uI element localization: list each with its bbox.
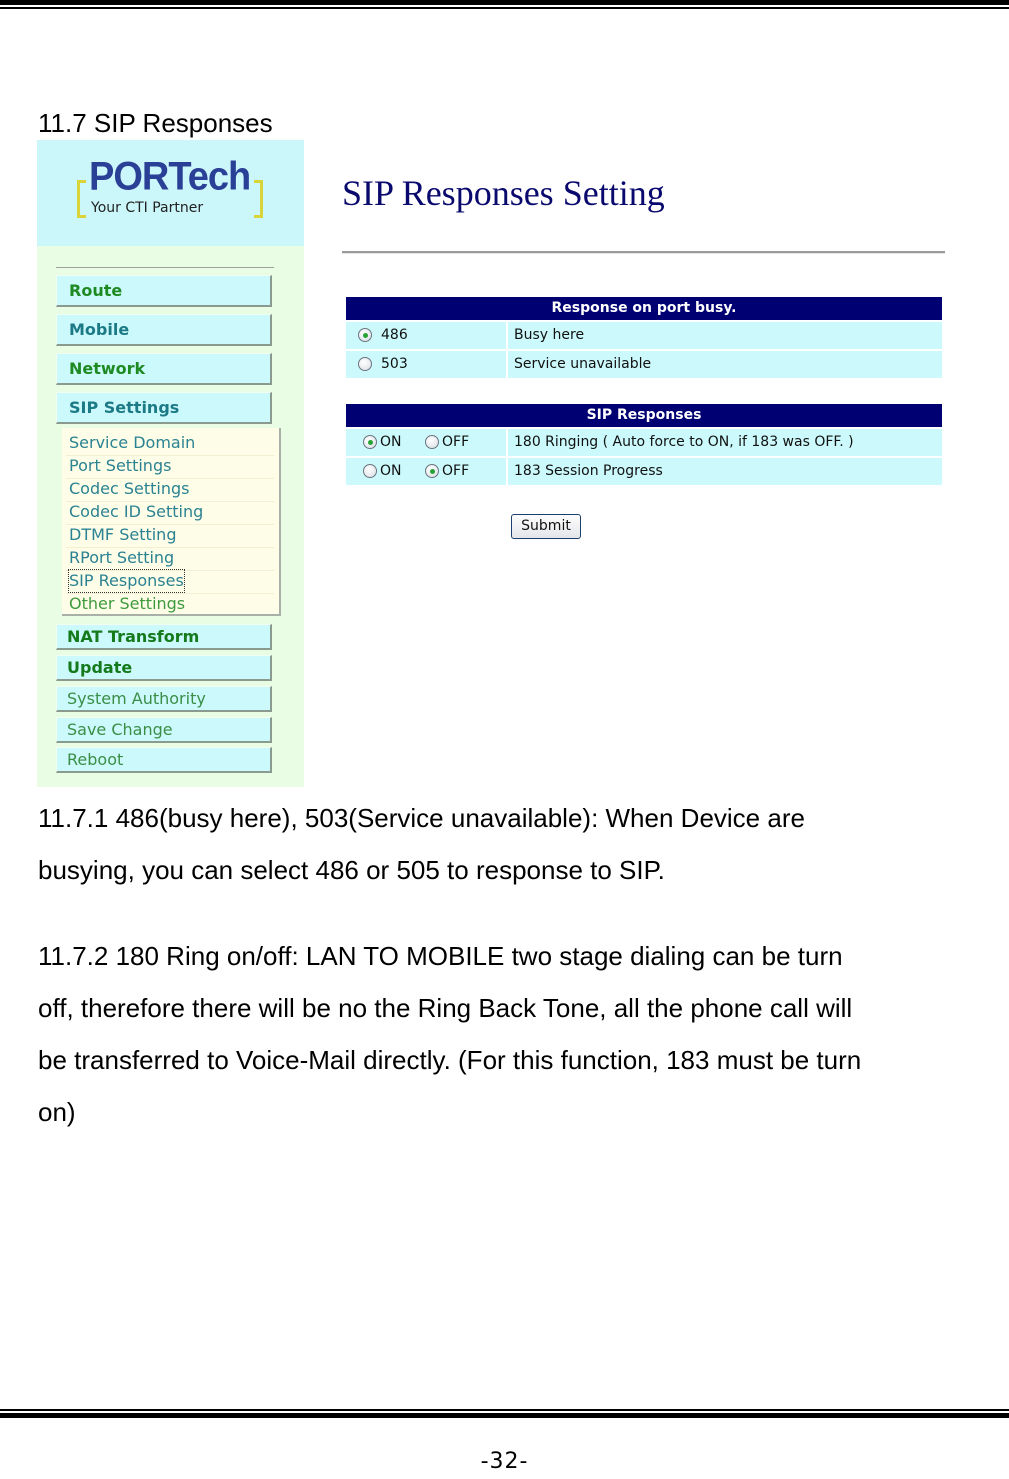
- busy-table-header: Response on port busy.: [346, 297, 942, 320]
- nav-divider: [56, 267, 274, 268]
- radio-503[interactable]: [358, 357, 372, 371]
- busy-response-table: Response on port busy. 486 Busy here 503…: [346, 297, 942, 378]
- nav-network[interactable]: Network: [56, 353, 272, 385]
- paragraph-line: 11.7.2 180 Ring on/off: LAN TO MOBILE tw…: [38, 941, 843, 971]
- submenu-codec-id-setting[interactable]: Codec ID Setting: [69, 501, 203, 523]
- paragraph-11-7-1: 11.7.1 486(busy here), 503(Service unava…: [38, 792, 978, 896]
- nav-save-change[interactable]: Save Change: [56, 717, 272, 743]
- on-label: ON: [380, 434, 402, 450]
- submenu-rport-setting[interactable]: RPort Setting: [69, 547, 174, 569]
- submenu-sip-responses[interactable]: SIP Responses: [68, 569, 185, 593]
- option-cell: 503: [346, 351, 506, 378]
- paragraph-line: off, therefore there will be no the Ring…: [38, 993, 853, 1023]
- page-number: -32-: [480, 1449, 529, 1474]
- off-label: OFF: [442, 463, 470, 479]
- nav-reboot[interactable]: Reboot: [56, 747, 272, 773]
- radio-180-off[interactable]: [425, 435, 439, 449]
- paragraph-line: on): [38, 1097, 76, 1127]
- option-cell: 486: [346, 322, 506, 349]
- paragraph-line: busying, you can select 486 or 505 to re…: [38, 855, 665, 885]
- logo-brand: PORTech: [89, 154, 251, 200]
- header-rule-thin: [0, 7, 1009, 9]
- nav-sip-settings[interactable]: SIP Settings: [56, 392, 272, 424]
- nav-mobile[interactable]: Mobile: [56, 314, 272, 346]
- logo-area: PORTech Your CTI Partner: [37, 140, 304, 246]
- toggle-cell: ON OFF: [346, 429, 506, 456]
- description-cell: 183 Session Progress: [508, 458, 942, 485]
- sip-table-header: SIP Responses: [346, 404, 942, 427]
- table-row: 486 Busy here: [346, 322, 942, 349]
- toggle-cell: ON OFF: [346, 458, 506, 485]
- radio-dot: [363, 333, 368, 338]
- sip-responses-table: SIP Responses ON OFF 180 Ringing ( Auto …: [346, 404, 942, 485]
- header-rule-thick: [0, 0, 1009, 5]
- description-cell: Busy here: [508, 322, 942, 349]
- logo-bracket-right: [254, 180, 263, 218]
- radio-180-on[interactable]: [363, 435, 377, 449]
- submit-button[interactable]: Submit: [511, 514, 581, 539]
- description-cell: 180 Ringing ( Auto force to ON, if 183 w…: [508, 429, 942, 456]
- table-row: ON OFF 183 Session Progress: [346, 458, 942, 485]
- footer-rule-thick: [0, 1413, 1009, 1418]
- paragraph-line: 11.7.1 486(busy here), 503(Service unava…: [38, 803, 805, 833]
- radio-183-on[interactable]: [363, 464, 377, 478]
- radio-183-off[interactable]: [425, 464, 439, 478]
- nav-system-authority[interactable]: System Authority: [56, 686, 272, 712]
- off-label: OFF: [442, 434, 470, 450]
- title-divider: [342, 251, 945, 254]
- nav-route[interactable]: Route: [56, 275, 272, 307]
- nav-nat-transform[interactable]: NAT Transform: [56, 624, 272, 650]
- submenu-other-settings[interactable]: Other Settings: [69, 593, 185, 615]
- section-title: 11.7 SIP Responses: [38, 108, 273, 138]
- code-label: 503: [381, 356, 408, 372]
- logo-bracket-left: [77, 180, 86, 218]
- radio-dot: [430, 469, 435, 474]
- radio-dot: [368, 440, 373, 445]
- radio-486[interactable]: [358, 328, 372, 342]
- code-label: 486: [381, 327, 408, 343]
- web-ui-screenshot: PORTech Your CTI Partner Route Mobile Ne…: [37, 140, 957, 787]
- submenu-port-settings[interactable]: Port Settings: [69, 455, 171, 477]
- logo-tagline: Your CTI Partner: [91, 200, 204, 216]
- submenu-dtmf-setting[interactable]: DTMF Setting: [69, 524, 176, 546]
- submenu-codec-settings[interactable]: Codec Settings: [69, 478, 189, 500]
- sidebar: PORTech Your CTI Partner Route Mobile Ne…: [37, 140, 304, 787]
- submenu-service-domain[interactable]: Service Domain: [69, 432, 195, 454]
- paragraph-line: be transferred to Voice-Mail directly. (…: [38, 1045, 862, 1075]
- footer-rule-thin: [0, 1409, 1009, 1411]
- page-title: SIP Responses Setting: [342, 173, 665, 213]
- paragraph-11-7-2: 11.7.2 180 Ring on/off: LAN TO MOBILE tw…: [38, 930, 978, 1138]
- table-row: ON OFF 180 Ringing ( Auto force to ON, i…: [346, 429, 942, 456]
- nav-update[interactable]: Update: [56, 655, 272, 681]
- description-cell: Service unavailable: [508, 351, 942, 378]
- on-label: ON: [380, 463, 402, 479]
- sip-settings-submenu: Service Domain Port Settings Codec Setti…: [62, 428, 281, 616]
- table-row: 503 Service unavailable: [346, 351, 942, 378]
